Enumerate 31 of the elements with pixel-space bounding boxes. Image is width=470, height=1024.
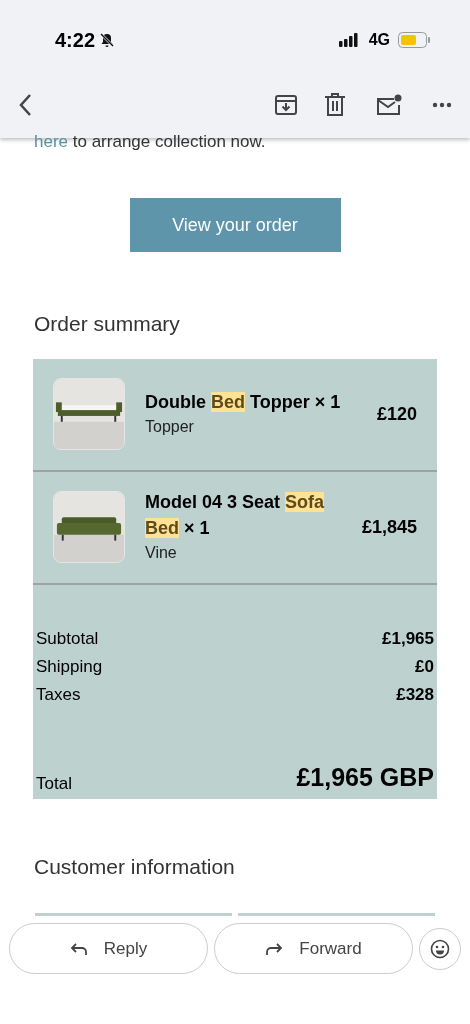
mark-unread-button[interactable] (376, 94, 402, 116)
section-title: Order summary (33, 311, 181, 337)
section-title: Customer information (33, 854, 236, 880)
battery-icon (398, 32, 430, 48)
forward-arrow-icon (265, 941, 284, 956)
total-label: Taxes (36, 683, 81, 706)
product-variant: Vine (145, 543, 178, 563)
product-price: £120 (376, 402, 417, 426)
clock: 4:22 (55, 28, 96, 53)
product-title: Double Bed Topper × 1 (145, 391, 342, 414)
total-value: £1,965 (382, 627, 434, 650)
product-price: £1,845 (361, 515, 417, 539)
total-label: Total (36, 772, 72, 795)
smiley-icon (430, 938, 450, 959)
network-label: 4G (368, 30, 390, 50)
delete-button[interactable] (324, 93, 346, 117)
archive-button[interactable] (274, 93, 298, 117)
signal-icon (338, 33, 361, 47)
grand-total: £1,965 GBP (296, 761, 434, 793)
product-variant: Topper (145, 417, 195, 437)
here-link[interactable]: here (34, 134, 69, 150)
back-icon (18, 93, 32, 117)
total-value: £0 (415, 655, 434, 678)
more-button[interactable] (432, 102, 452, 108)
total-label: Shipping (36, 655, 103, 678)
total-label: Subtotal (36, 627, 99, 650)
email-paragraph: here to arrange collection now. (33, 134, 267, 150)
product-title: Model 04 3 Seat Sofa Bed × 1 (145, 491, 326, 540)
muted-bell-icon (99, 32, 116, 48)
reply-arrow-icon (69, 941, 88, 956)
total-value: £328 (396, 683, 434, 706)
